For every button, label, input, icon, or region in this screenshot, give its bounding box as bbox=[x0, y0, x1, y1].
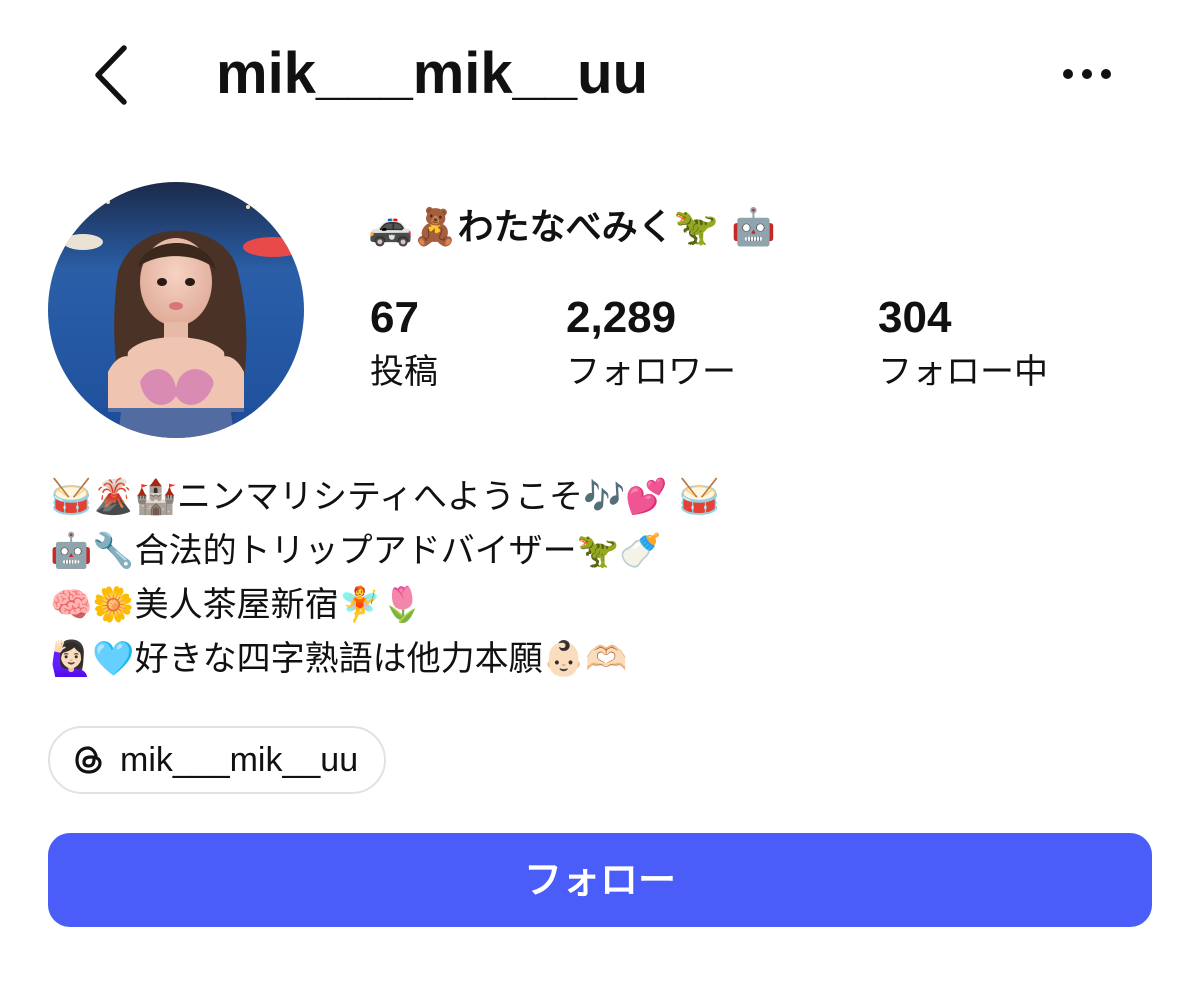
back-button[interactable] bbox=[78, 40, 148, 110]
bio-line: 🧠🌼美人茶屋新宿🧚🌷 bbox=[50, 585, 424, 625]
display-name: 🚓🧸わたなべみく🦖 🤖 bbox=[368, 207, 776, 248]
threads-link-label: mik___mik__uu bbox=[120, 741, 359, 779]
page-title: mik___mik__uu bbox=[216, 41, 649, 106]
more-horizontal-icon bbox=[1063, 69, 1111, 79]
stat-following[interactable]: 304 フォロー中 bbox=[878, 290, 1048, 396]
following-count: 304 bbox=[878, 293, 952, 342]
bio-line: 🙋🏻‍♀️🩵好きな四字熟語は他力本願👶🏻🫶🏻 bbox=[50, 639, 628, 679]
bio: 🥁🌋🏰ニンマリシティへようこそ🎶💕 🥁 🤖🔧合法的トリップアドバイザー🦖🍼 🧠🌼… bbox=[50, 470, 1150, 686]
stat-posts[interactable]: 67 投稿 bbox=[370, 290, 438, 396]
bio-line: 🤖🔧合法的トリップアドバイザー🦖🍼 bbox=[50, 531, 662, 571]
posts-label: 投稿 bbox=[370, 352, 438, 392]
chevron-left-icon bbox=[95, 45, 127, 105]
followers-label: フォロワー bbox=[566, 352, 736, 392]
follow-button[interactable]: フォロー bbox=[48, 833, 1152, 927]
avatar[interactable] bbox=[48, 182, 304, 438]
bio-line: 🥁🌋🏰ニンマリシティへようこそ🎶💕 🥁 bbox=[50, 477, 721, 517]
followers-count: 2,289 bbox=[566, 293, 677, 342]
posts-count: 67 bbox=[370, 293, 419, 342]
more-options-button[interactable] bbox=[1054, 52, 1124, 96]
following-label: フォロー中 bbox=[878, 352, 1048, 392]
threads-link-button[interactable]: mik___mik__uu bbox=[48, 726, 387, 794]
top-bar: mik___mik__uu bbox=[0, 0, 1200, 150]
profile-photo bbox=[48, 182, 304, 438]
stat-followers[interactable]: 2,289 フォロワー bbox=[566, 290, 736, 396]
threads-icon bbox=[72, 743, 106, 777]
